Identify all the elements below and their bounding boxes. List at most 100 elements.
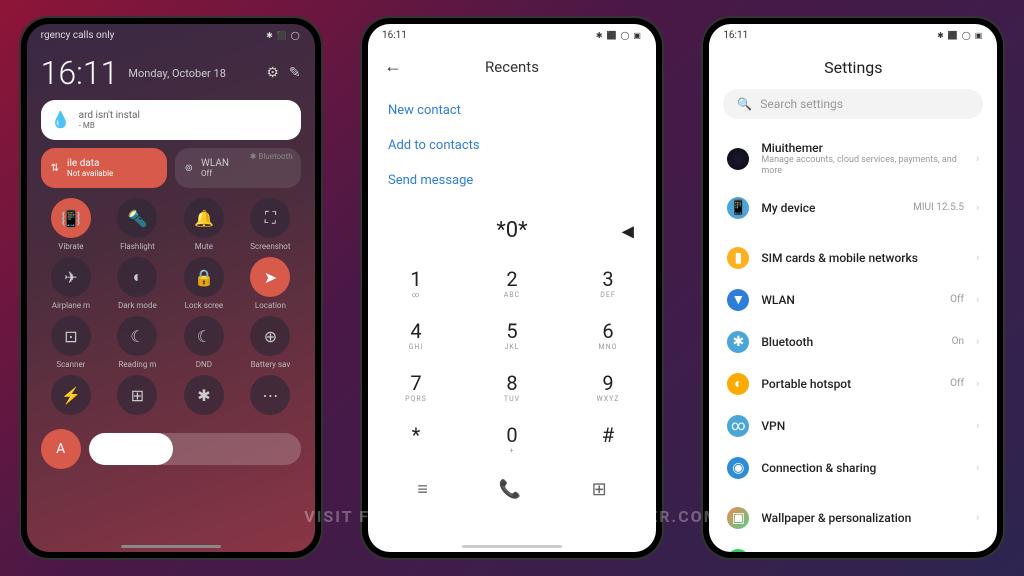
- dial-key[interactable]: 0+: [464, 413, 560, 465]
- settings-item-icon: ▼: [727, 289, 749, 311]
- chevron-right-icon: ›: [976, 201, 979, 214]
- call-button[interactable]: 📞: [498, 479, 520, 500]
- dial-key[interactable]: 6MNO: [560, 309, 656, 361]
- dialpad: 1∞2ABC3DEF 4GHI5JKL6MNO 7PQRS8TUV9WXYZ *0+#: [368, 257, 656, 465]
- action-links: New contactAdd to contactsSend message: [368, 87, 656, 204]
- dial-key[interactable]: 5JKL: [464, 309, 560, 361]
- data-card[interactable]: 💧 ard isn't instal - MB: [41, 100, 301, 140]
- chevron-right-icon: ›: [976, 511, 979, 524]
- settings-item-icon: 🔒: [727, 549, 749, 552]
- page-title: Recents: [384, 58, 640, 76]
- status-left: rgency calls only: [41, 30, 115, 41]
- wifi-icon: ⊚: [185, 163, 193, 174]
- status-bar: 16:11 ✱ ⬛ ◯ ▣: [368, 24, 656, 46]
- qs-toggle[interactable]: ☾DND: [174, 316, 235, 369]
- qs-icon: ⛶: [250, 198, 290, 238]
- qs-toggle[interactable]: ⊡Scanner: [41, 316, 102, 369]
- settings-item-icon: ▮: [727, 247, 749, 269]
- mobile-data-tile[interactable]: ⇅ ile data Not available: [41, 148, 167, 188]
- qs-toggle[interactable]: 🔦Flashlight: [107, 198, 168, 251]
- qs-toggle[interactable]: ◐Dark mode: [107, 257, 168, 310]
- qs-toggle[interactable]: ✱: [174, 375, 235, 419]
- dial-key[interactable]: *: [368, 413, 464, 465]
- qs-toggle[interactable]: 📳Vibrate: [41, 198, 102, 251]
- dial-key[interactable]: 3DEF: [560, 257, 656, 309]
- action-link[interactable]: Send message: [388, 163, 636, 198]
- nav-handle[interactable]: [121, 545, 221, 548]
- tile-sub: Off: [201, 169, 229, 178]
- qs-toggle[interactable]: 🔒Lock scree: [174, 257, 235, 310]
- settings-item[interactable]: ◉Connection & sharing›: [723, 447, 983, 489]
- edit-icon[interactable]: ✎: [289, 65, 301, 81]
- settings-item[interactable]: ✱BluetoothOn›: [723, 321, 983, 363]
- dial-key[interactable]: 9WXYZ: [560, 361, 656, 413]
- qs-icon: ➤: [250, 257, 290, 297]
- account-item[interactable]: Miuithemer Manage accounts, cloud servic…: [723, 131, 983, 187]
- qs-icon: ✱: [184, 375, 224, 415]
- dial-key[interactable]: 1∞: [368, 257, 464, 309]
- qs-icon: ⚡: [51, 375, 91, 415]
- qs-label: Mute: [195, 242, 213, 251]
- settings-item-icon: ◐: [727, 373, 749, 395]
- qs-label: Reading m: [118, 360, 156, 369]
- phone-settings: 16:11 ✱ ⬛ ◯ ▣ Settings 🔍 Search settings…: [703, 18, 1003, 558]
- qs-icon: ☾: [117, 316, 157, 356]
- qs-toggle[interactable]: ➤Location: [240, 257, 301, 310]
- dial-key[interactable]: 8TUV: [464, 361, 560, 413]
- dial-key[interactable]: 2ABC: [464, 257, 560, 309]
- dial-key[interactable]: #: [560, 413, 656, 465]
- settings-item-value: On: [952, 336, 964, 347]
- dial-key[interactable]: 4GHI: [368, 309, 464, 361]
- qs-toggle[interactable]: ⛶Screenshot: [240, 198, 301, 251]
- quick-settings-grid: 📳Vibrate🔦Flashlight🔔Mute⛶Screenshot ✈ Airp…: [41, 198, 301, 419]
- fab-button[interactable]: A: [41, 429, 81, 469]
- settings-item[interactable]: 🔒Always-on display & Lock screen›: [723, 539, 983, 552]
- dial-key[interactable]: 7PQRS: [368, 361, 464, 413]
- status-icons: ✱ ⬛ ◯ ▣: [937, 31, 983, 40]
- qs-toggle[interactable]: ⚡: [41, 375, 102, 419]
- settings-item-icon: 📱: [727, 197, 749, 219]
- qs-icon: ⋯: [250, 375, 290, 415]
- chevron-right-icon: ›: [976, 377, 979, 390]
- settings-item-name: Connection & sharing: [761, 461, 952, 475]
- qs-toggle[interactable]: ⊞: [107, 375, 168, 419]
- settings-item[interactable]: 📱My deviceMIUI 12.5.5›: [723, 187, 983, 229]
- settings-item[interactable]: ◐Portable hotspotOff›: [723, 363, 983, 405]
- settings-item[interactable]: ∞VPN›: [723, 405, 983, 447]
- qs-toggle[interactable]: ✈ Airplane m: [41, 257, 102, 310]
- qs-icon: 🔦: [117, 198, 157, 238]
- settings-item[interactable]: ▣Wallpaper & personalization›: [723, 497, 983, 539]
- qs-label: Scanner: [56, 360, 85, 369]
- phone-control-center: rgency calls only ✱ ⬛ ◯ 16:11 Monday, Oc…: [21, 18, 321, 558]
- search-placeholder: Search settings: [760, 97, 843, 111]
- menu-icon[interactable]: ≡: [417, 479, 428, 500]
- settings-item-icon: ∞: [727, 415, 749, 437]
- backspace-icon[interactable]: ◀: [622, 221, 634, 240]
- search-icon: 🔍: [737, 97, 752, 111]
- qs-label: Airplane m: [52, 301, 90, 310]
- settings-item-icon: ◉: [727, 457, 749, 479]
- qs-toggle[interactable]: ⊕Battery sav: [240, 316, 301, 369]
- qs-icon: ◐: [117, 257, 157, 297]
- qs-toggle[interactable]: 🔔Mute: [174, 198, 235, 251]
- settings-item[interactable]: ▼WLANOff›: [723, 279, 983, 321]
- water-icon: 💧: [51, 110, 71, 130]
- qs-icon: ☾: [184, 316, 224, 356]
- qs-label: Vibrate: [58, 242, 83, 251]
- dialpad-toggle-icon[interactable]: ⊞: [592, 479, 607, 500]
- dialed-number: *0*: [496, 218, 527, 243]
- search-input[interactable]: 🔍 Search settings: [723, 89, 983, 119]
- settings-item[interactable]: ▮SIM cards & mobile networks›: [723, 237, 983, 279]
- nav-handle[interactable]: [462, 545, 562, 548]
- qs-toggle[interactable]: ☾ Reading m: [107, 316, 168, 369]
- qs-label: Battery sav: [251, 360, 291, 369]
- qs-toggle[interactable]: ⋯: [240, 375, 301, 419]
- settings-icon[interactable]: ⚙: [266, 65, 279, 81]
- action-link[interactable]: Add to contacts: [388, 128, 636, 163]
- status-bar: rgency calls only ✱ ⬛ ◯: [27, 24, 315, 46]
- wlan-tile[interactable]: ✱ Bluetooth ⊚ WLAN Off: [175, 148, 301, 188]
- status-time: 16:11: [382, 30, 407, 41]
- qs-icon: ✈: [51, 257, 91, 297]
- action-link[interactable]: New contact: [388, 93, 636, 128]
- brightness-slider[interactable]: [89, 433, 301, 465]
